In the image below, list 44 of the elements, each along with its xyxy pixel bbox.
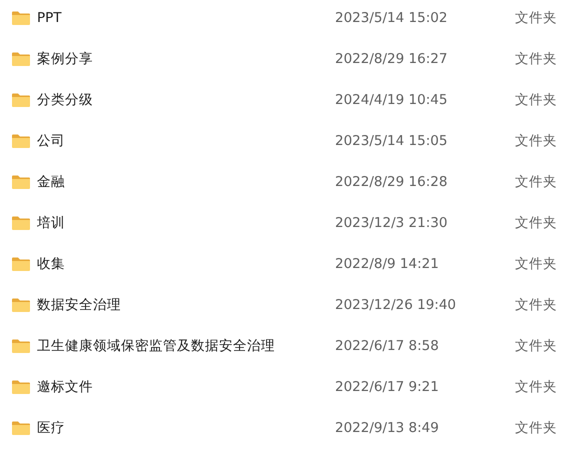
file-name[interactable]: 公司	[37, 132, 335, 150]
folder-icon	[11, 10, 31, 26]
modified-date: 2023/12/26 19:40	[335, 296, 458, 312]
file-type: 文件夹	[515, 8, 557, 26]
file-type: 文件夹	[515, 50, 557, 68]
modified-date: 2023/5/14 15:02	[335, 10, 448, 26]
file-type: 文件夹	[515, 296, 557, 314]
modified-date: 2022/8/29 16:27	[335, 50, 448, 66]
modified-date: 2022/8/9 14:21	[335, 256, 440, 272]
folder-icon	[11, 174, 31, 190]
file-type: 文件夹	[515, 90, 557, 108]
file-type: 文件夹	[515, 378, 557, 396]
file-name[interactable]: 医疗	[37, 418, 335, 436]
file-name[interactable]: 案例分享	[37, 50, 335, 68]
file-name[interactable]: 培训	[37, 214, 335, 232]
folder-icon	[11, 132, 31, 148]
file-name[interactable]: 数据安全治理	[37, 296, 335, 314]
modified-date: 2022/6/17 8:58	[335, 338, 440, 354]
file-name[interactable]: 邀标文件	[37, 378, 335, 396]
file-name[interactable]: 收集	[37, 254, 335, 272]
file-name[interactable]: 卫生健康领域保密监管及数据安全治理	[37, 336, 335, 354]
folder-icon	[11, 378, 31, 394]
file-type: 文件夹	[515, 254, 557, 272]
modified-date: 2022/9/13 8:49	[335, 420, 440, 436]
folder-icon	[11, 92, 31, 108]
modified-date: 2023/12/3 21:30	[335, 214, 448, 230]
file-type: 文件夹	[515, 214, 557, 232]
modified-date: 2022/8/29 16:28	[335, 174, 448, 190]
folder-icon	[11, 420, 31, 436]
modified-date: 2022/6/17 9:21	[335, 378, 440, 394]
file-type: 文件夹	[515, 132, 557, 150]
file-name[interactable]: 金融	[37, 172, 335, 190]
file-type: 文件夹	[515, 418, 557, 436]
folder-icon	[11, 296, 31, 312]
folder-icon	[11, 338, 31, 354]
file-name[interactable]: PPT	[37, 10, 335, 26]
modified-date: 2023/5/14 15:05	[335, 132, 448, 148]
folder-icon	[11, 50, 31, 66]
modified-date: 2024/4/19 10:45	[335, 92, 448, 108]
file-type: 文件夹	[515, 172, 557, 190]
folder-icon	[11, 256, 31, 272]
file-type: 文件夹	[515, 336, 557, 354]
folder-icon	[11, 214, 31, 230]
file-name[interactable]: 分类分级	[37, 90, 335, 108]
